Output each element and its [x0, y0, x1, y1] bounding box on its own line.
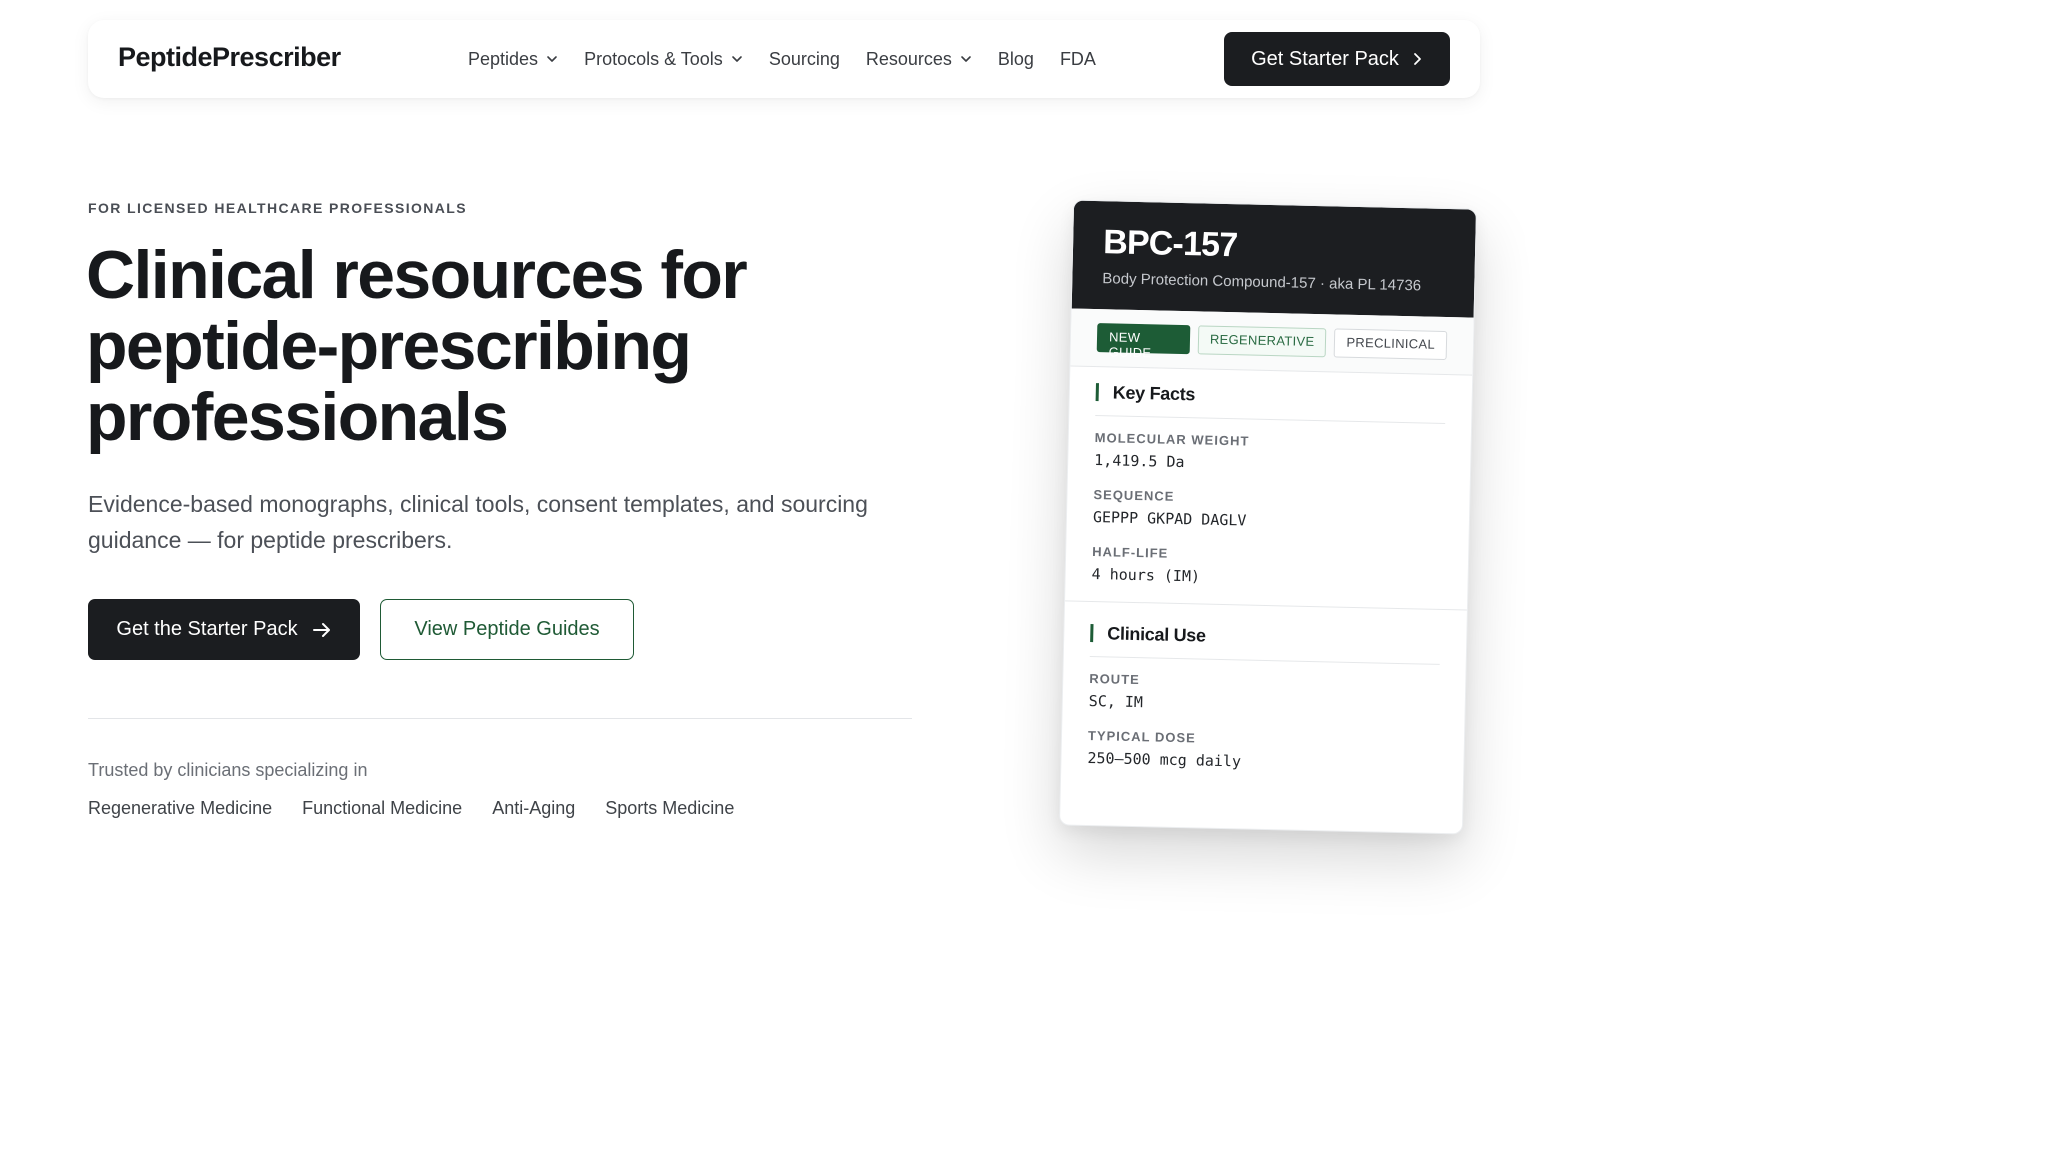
field-value: 4 hours (IM) [1091, 565, 1201, 586]
nav-item-label: Sourcing [768, 48, 840, 69]
chevron-down-icon [961, 56, 971, 62]
field-label: MOLECULAR WEIGHT [1094, 430, 1250, 449]
badge-preclinical: PRECLINICAL [1334, 328, 1448, 361]
nav-item-label: Protocols & Tools [584, 48, 723, 69]
nav-item-resources[interactable]: Resources [866, 49, 972, 70]
card-badges: NEW GUIDE REGENERATIVE PRECLINICAL [1070, 308, 1474, 376]
nav-item-label: Peptides [468, 48, 539, 69]
card-title: BPC-157 [1102, 223, 1238, 265]
get-starter-pack-button[interactable]: Get Starter Pack [1224, 32, 1450, 86]
field-label: TYPICAL DOSE [1087, 727, 1196, 746]
specialty-item: Functional Medicine [302, 798, 463, 818]
nav-item-blog[interactable]: Blog [998, 49, 1034, 70]
hero-subhead: Evidence-based monographs, clinical tool… [88, 491, 868, 553]
section-heading: Key Facts [1095, 382, 1446, 409]
clinical-use-section: Clinical Use ROUTE SC, IM TYPICAL DOSE 2… [1061, 600, 1467, 776]
chevron-right-icon [1414, 53, 1421, 65]
arrow-right-icon [312, 622, 330, 637]
nav-item-protocols-tools[interactable]: Protocols & Tools [584, 49, 743, 70]
chevron-down-icon [547, 56, 557, 62]
nav-item-label: Resources [865, 48, 952, 69]
button-label: Get the Starter Pack [116, 618, 298, 640]
field-label: ROUTE [1089, 670, 1140, 688]
button-label: Get Starter Pack [1251, 47, 1399, 70]
site-logo[interactable]: PeptidePrescriber [118, 42, 341, 73]
field-value: SC, IM [1088, 691, 1144, 712]
nav-item-fda[interactable]: FDA [1060, 49, 1096, 70]
nav-item-label: FDA [1059, 48, 1096, 69]
nav-links: Peptides Protocols & Tools Sourcing Reso… [468, 20, 1122, 98]
specialty-item: Regenerative Medicine [88, 798, 273, 818]
field-value: GEPPP GKPAD DAGLV [1092, 508, 1247, 530]
section-heading: Clinical Use [1090, 623, 1441, 650]
specialty-item: Sports Medicine [605, 798, 735, 818]
headline-line: Clinical resources for [86, 237, 748, 313]
field-label: SEQUENCE [1093, 487, 1175, 504]
button-label: View Peptide Guides [414, 618, 600, 640]
badge-regenerative: REGENERATIVE [1197, 325, 1327, 358]
headline-line: peptide-prescribing [86, 308, 692, 384]
chevron-down-icon [732, 56, 742, 62]
hero-headline: Clinical resources for peptide-prescribi… [86, 240, 906, 453]
top-navigation: PeptidePrescriber Peptides Protocols & T… [88, 20, 1480, 98]
headline-line: professionals [86, 379, 509, 455]
hero-eyebrow: FOR LICENSED HEALTHCARE PROFESSIONALS [88, 200, 468, 216]
card-subtitle: Body Protection Compound-157 · aka PL 14… [1102, 270, 1422, 295]
view-peptide-guides-button[interactable]: View Peptide Guides [380, 599, 634, 660]
field-value: 250–500 mcg daily [1087, 748, 1242, 771]
specialties-list: Regenerative Medicine Functional Medicin… [88, 798, 734, 819]
nav-item-label: Blog [997, 48, 1034, 69]
field-value: 1,419.5 Da [1094, 451, 1185, 472]
field-label: HALF-LIFE [1092, 544, 1169, 561]
section-rule [1095, 415, 1446, 424]
hero-divider [88, 718, 912, 719]
card-header: BPC-157 Body Protection Compound-157 · a… [1071, 200, 1477, 318]
key-facts-section: Key Facts MOLECULAR WEIGHT 1,419.5 Da SE… [1065, 366, 1472, 591]
get-the-starter-pack-button[interactable]: Get the Starter Pack [88, 599, 360, 660]
peptide-preview-card: BPC-157 Body Protection Compound-157 · a… [1058, 199, 1478, 835]
nav-item-peptides[interactable]: Peptides [468, 49, 558, 70]
trusted-by-label: Trusted by clinicians specializing in [88, 760, 368, 780]
badge-new-guide: NEW GUIDE [1096, 323, 1191, 360]
nav-item-sourcing[interactable]: Sourcing [769, 49, 840, 70]
section-rule [1089, 655, 1440, 665]
specialty-item: Anti-Aging [492, 798, 576, 818]
